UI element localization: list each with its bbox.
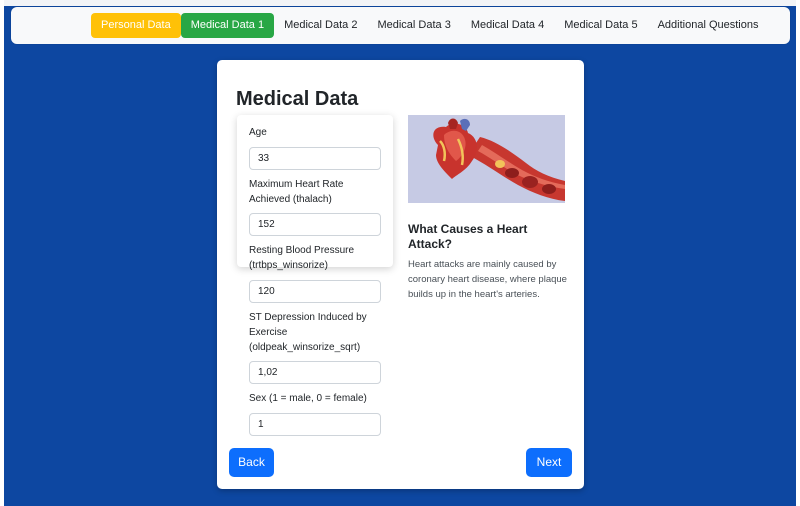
resting-bp-label: Resting Blood Pressure (trtbps_winsorize… — [249, 245, 355, 271]
step-tabs: Personal Data Medical Data 1 Medical Dat… — [91, 13, 769, 38]
card-title: Medical Data — [236, 88, 359, 110]
back-button[interactable]: Back — [229, 448, 274, 477]
tab-additional-questions[interactable]: Additional Questions — [648, 13, 769, 38]
step-navbar: Personal Data Medical Data 1 Medical Dat… — [11, 7, 790, 44]
info-body: Heart attacks are mainly caused by coron… — [408, 259, 567, 300]
heart-illustration-svg — [408, 115, 565, 203]
medical-data-card: Medical Data Age Maximum Heart Rate Achi… — [217, 60, 584, 489]
max-heart-rate-label: Maximum Heart Rate Achieved (thalach) — [249, 179, 344, 205]
sex-input[interactable] — [249, 413, 381, 436]
tab-medical-data-2[interactable]: Medical Data 2 — [274, 13, 367, 38]
top-strip — [4, 0, 796, 6]
resting-bp-input[interactable] — [249, 280, 381, 303]
age-label: Age — [249, 127, 267, 138]
heart-artery-illustration — [408, 115, 565, 203]
tab-medical-data-3[interactable]: Medical Data 3 — [367, 13, 460, 38]
next-button[interactable]: Next — [526, 448, 572, 477]
tab-personal-data[interactable]: Personal Data — [91, 13, 181, 38]
tab-medical-data-5[interactable]: Medical Data 5 — [554, 13, 647, 38]
tab-medical-data-1[interactable]: Medical Data 1 — [180, 13, 275, 38]
sex-label: Sex (1 = male, 0 = female) — [249, 393, 367, 404]
st-depression-label: ST Depression Induced by Exercise (oldpe… — [249, 312, 367, 353]
max-heart-rate-input[interactable] — [249, 213, 381, 236]
info-title: What Causes a Heart Attack? — [408, 222, 528, 251]
age-input[interactable] — [249, 147, 381, 170]
tab-medical-data-4[interactable]: Medical Data 4 — [461, 13, 554, 38]
st-depression-input[interactable] — [249, 361, 381, 384]
